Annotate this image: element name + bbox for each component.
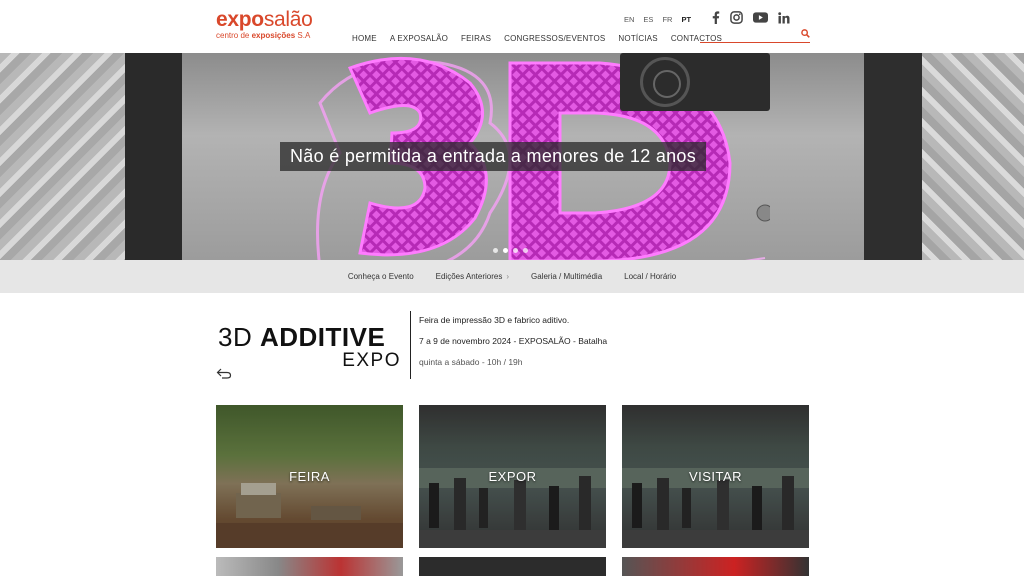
tile-row2-3[interactable] [622,557,809,576]
logo-tagline-a: centro de [216,31,252,40]
nav-feiras[interactable]: FEIRAS [461,34,491,43]
hero-printer-fan [620,53,770,111]
social-links [712,11,790,24]
lang-pt[interactable]: PT [681,15,691,24]
event-subnav: Conheça o Evento Edições Anteriores › Gal… [0,260,1024,293]
instagram-icon[interactable] [730,11,743,24]
youtube-icon[interactable] [753,12,768,23]
nav-congressos-eventos[interactable]: CONGRESSOS/EVENTOS [504,34,605,43]
event-details: Feira de impressão 3D e fabrico aditivo.… [419,315,607,378]
event-name-3d: 3D [218,322,260,352]
hero-metal-right [920,53,1024,260]
tile-row2-1[interactable] [216,557,403,576]
subnav-edicoes-label: Edições Anteriores [435,272,503,281]
subnav-edicoes-anteriores[interactable]: Edições Anteriores › [436,272,509,281]
slider-dot-4[interactable] [523,248,528,253]
search-input[interactable] [700,29,810,43]
slider-dots [493,248,528,253]
event-hours: quinta a sábado - 10h / 19h [419,357,523,367]
search-icon[interactable] [801,29,810,38]
tile-feira[interactable]: FEIRA [216,405,403,548]
slider-dot-2[interactable] [503,248,508,253]
event-description: Feira de impressão 3D e fabrico aditivo. [419,315,570,325]
nav-a-exposalao[interactable]: A EXPOSALÃO [390,34,448,43]
slider-dot-3[interactable] [513,248,518,253]
main-nav: HOME A EXPOSALÃO FEIRAS CONGRESSOS/EVENT… [352,34,722,43]
tile-label-visitar: VISITAR [688,469,743,484]
subnav-galeria-multimedia[interactable]: Galeria / Multimédia [531,272,602,281]
logo-tagline-b: exposições [251,31,296,40]
exposalao-logo[interactable]: exposalão centro de exposições S.A [216,9,313,41]
hero-printer-frame-left [125,53,185,260]
tile-expor[interactable]: EXPOR [419,405,606,548]
back-arrow-icon[interactable] [216,368,232,379]
event-info-section: 3D ADDITIVE EXPO Feira de impressão 3D e… [0,293,1024,405]
linkedin-icon[interactable] [778,11,790,24]
subnav-local-horario[interactable]: Local / Horário [624,272,676,281]
hero-printer-frame-right [862,53,922,260]
event-divider [410,311,411,379]
logo-tagline-c: S.A [295,31,311,40]
tile-label-expor: EXPOR [488,469,537,484]
hero-slider[interactable]: Não é permitida a entrada a menores de 1… [0,53,1024,260]
language-switcher: EN ES FR PT [624,15,691,24]
chevron-right-icon: › [506,272,510,281]
nav-noticias[interactable]: NOTÍCIAS [618,34,657,43]
event-name-additive: ADDITIVE [259,322,386,352]
event-logo: 3D ADDITIVE EXPO [218,323,403,371]
tile-label-feira: FEIRA [289,469,330,484]
logo-text-expo: expo [216,8,264,31]
event-name-expo: EXPO [342,350,401,371]
lang-en[interactable]: EN [624,15,634,24]
logo-text-salao: salão [263,8,313,31]
facebook-icon[interactable] [712,11,720,24]
nav-home[interactable]: HOME [352,34,377,43]
tile-row2-2[interactable] [419,557,606,576]
slider-dot-1[interactable] [493,248,498,253]
site-header: exposalão centro de exposições S.A EN ES… [0,0,1024,53]
subnav-conheca-o-evento[interactable]: Conheça o Evento [348,272,414,281]
lang-fr[interactable]: FR [662,15,672,24]
hero-caption: Não é permitida a entrada a menores de 1… [280,142,707,171]
event-dates: 7 a 9 de novembro 2024 - EXPOSALÃO - Bat… [419,336,608,346]
lang-es[interactable]: ES [643,15,653,24]
tile-visitar[interactable]: VISITAR [622,405,809,548]
